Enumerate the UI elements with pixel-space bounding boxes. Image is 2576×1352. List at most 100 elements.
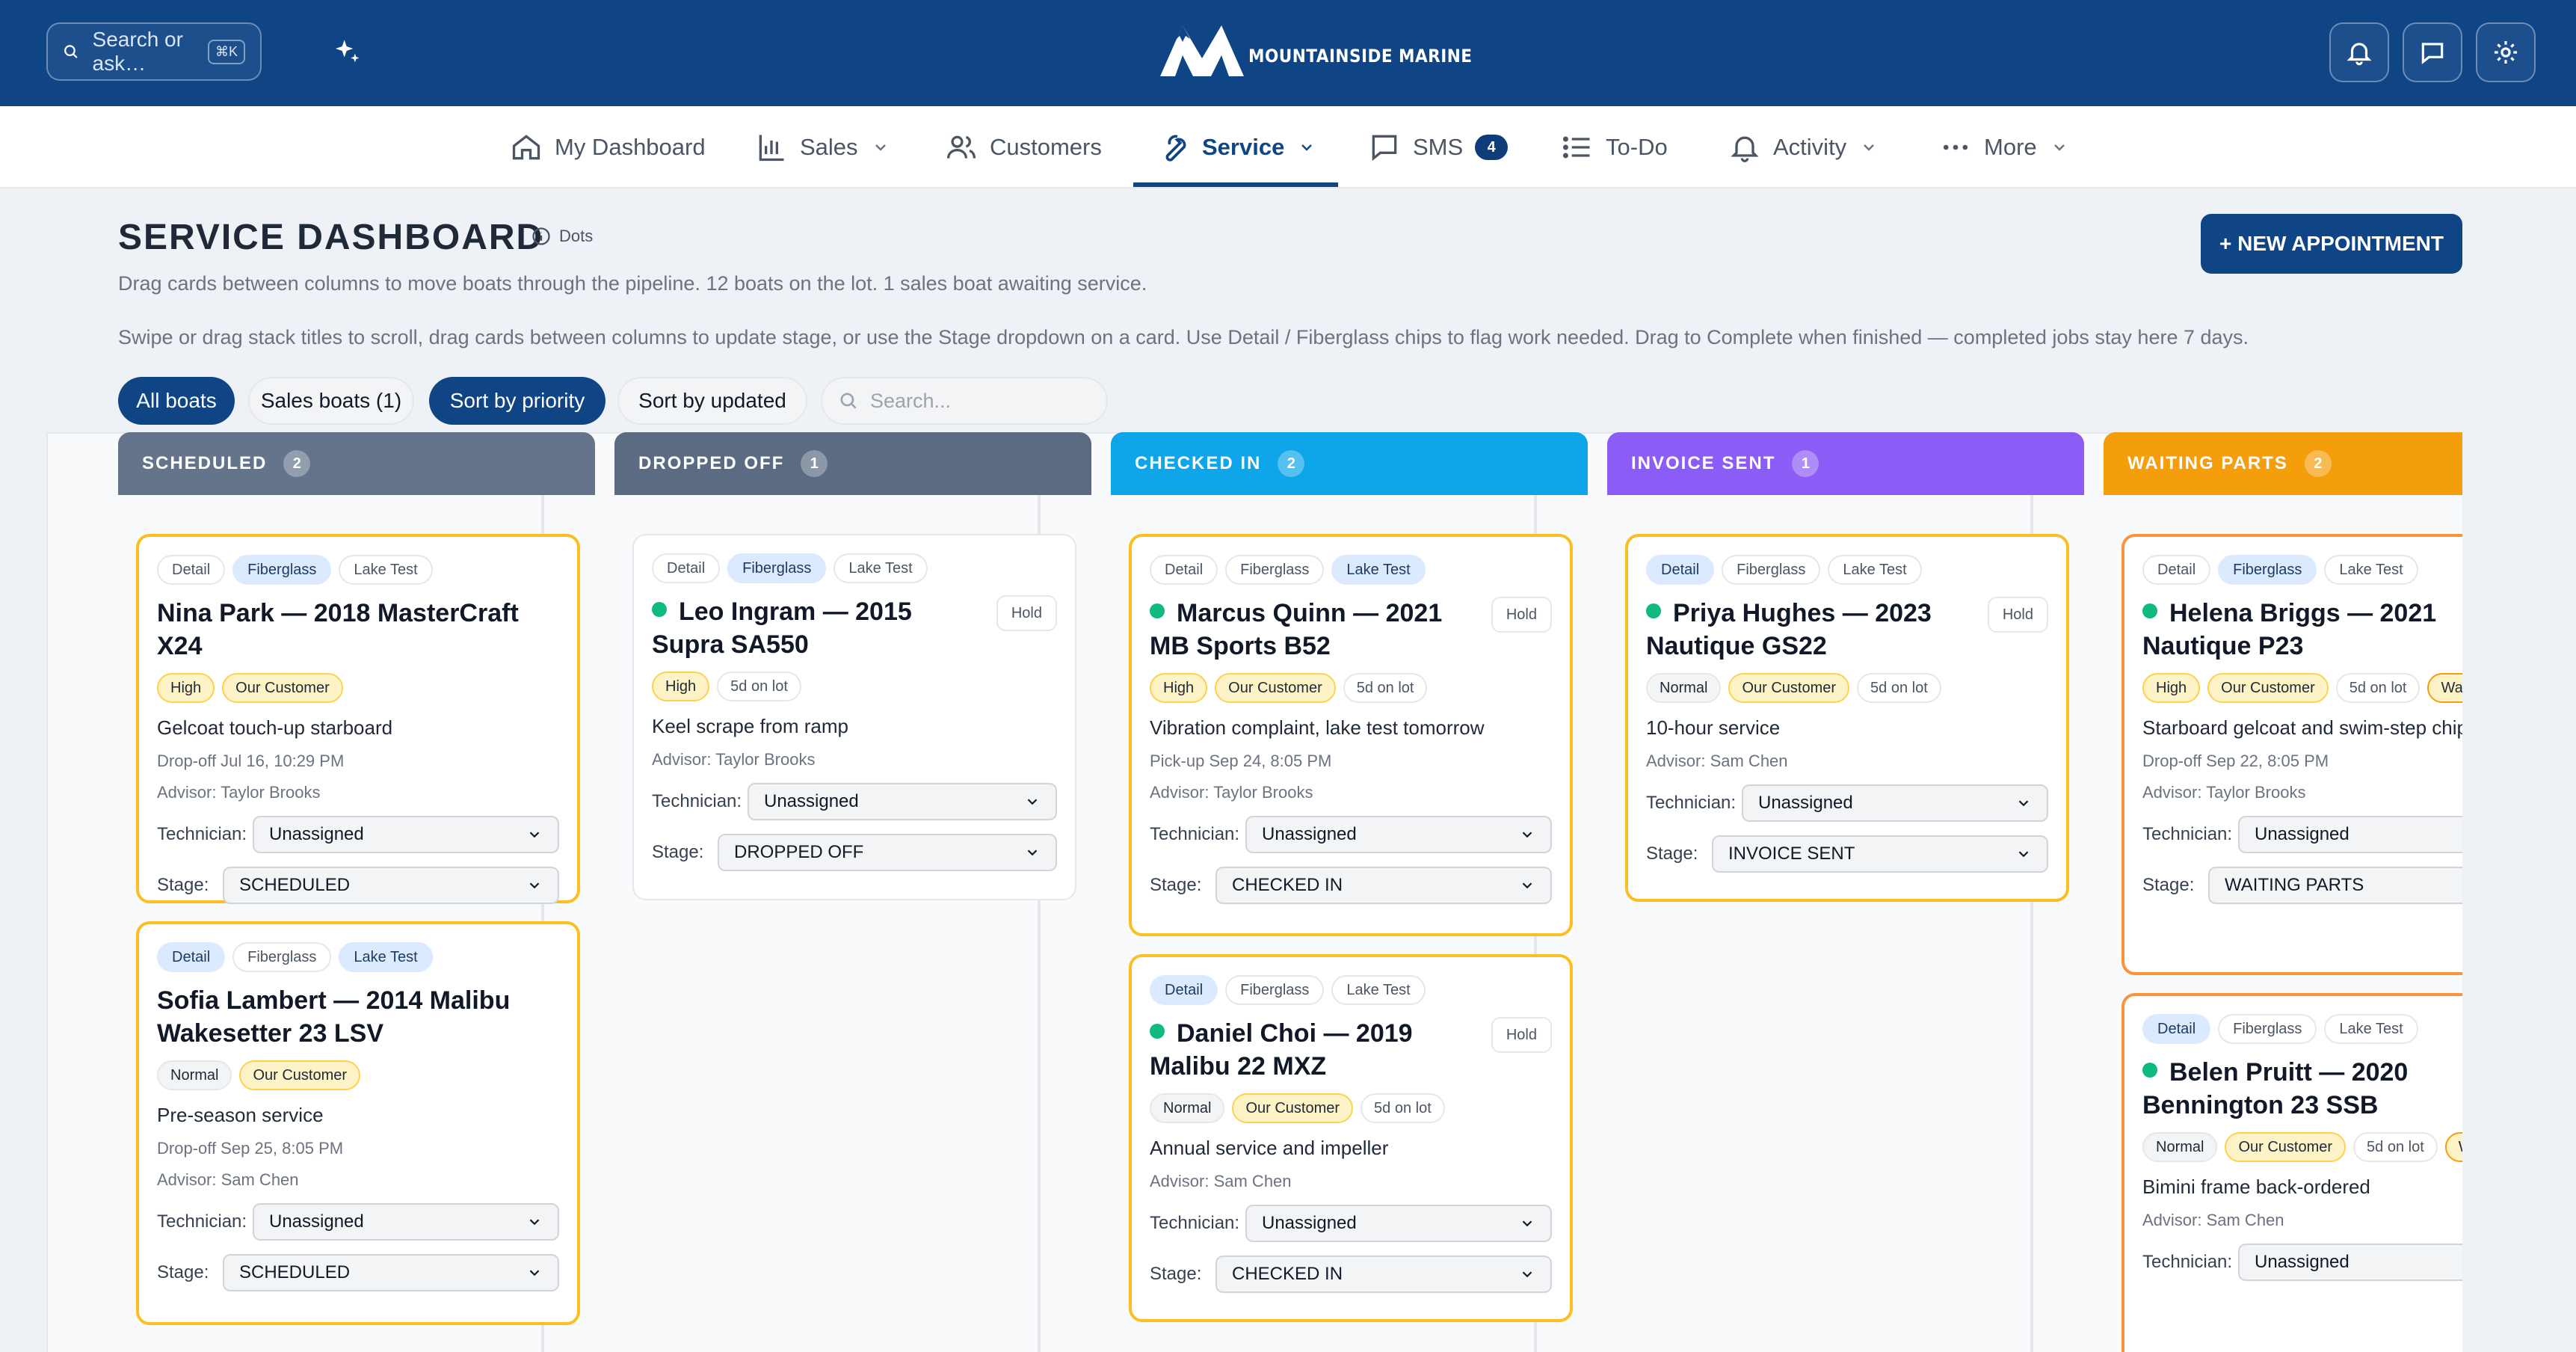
hold-button[interactable]: Hold	[1987, 597, 2048, 633]
nav-service[interactable]: Service	[1157, 106, 1316, 188]
hold-button[interactable]: Hold	[996, 595, 1057, 631]
nav-my-dashboard[interactable]: My Dashboard	[510, 106, 706, 188]
service-card[interactable]: Detail Fiberglass Lake Test Nina Park — …	[136, 534, 580, 904]
nav-customers[interactable]: Customers	[945, 106, 1102, 188]
technician-select[interactable]: Unassigned	[1245, 1205, 1552, 1242]
column-header-scheduled[interactable]: SCHEDULED 2	[118, 432, 595, 495]
nav-sms[interactable]: SMS 4	[1368, 106, 1509, 188]
chip-fiberglass[interactable]: Fiberglass	[232, 555, 332, 585]
nav-todo[interactable]: To-Do	[1561, 106, 1668, 188]
technician-label: Technician:	[1150, 1213, 1240, 1233]
chevron-down-icon	[529, 1219, 540, 1226]
nav-sales[interactable]: Sales	[755, 106, 890, 188]
notifications-button[interactable]	[2329, 22, 2389, 82]
chevron-down-icon	[529, 1270, 540, 1276]
technician-select[interactable]: Unassigned	[2238, 816, 2462, 853]
priority-badge: Normal	[2142, 1132, 2218, 1162]
chip-fiberglass[interactable]: Fiberglass	[727, 553, 827, 583]
technician-select[interactable]: Unassigned	[1742, 784, 2048, 822]
chip-lake-test[interactable]: Lake Test	[2324, 1014, 2418, 1044]
stage-value: SCHEDULED	[239, 1262, 351, 1282]
chip-lake-test[interactable]: Lake Test	[339, 555, 433, 585]
stage-select[interactable]: INVOICE SENT	[1712, 835, 2048, 873]
hold-button[interactable]: Hold	[1491, 597, 1552, 633]
card-title: Daniel Choi — 2019 Malibu 22 MXZ	[1150, 1019, 1413, 1081]
column-header-waiting-parts[interactable]: WAITING PARTS 2	[2104, 432, 2462, 495]
chip-fiberglass[interactable]: Fiberglass	[232, 942, 332, 972]
card-date: Drop-off Jul 16, 10:29 PM	[157, 752, 345, 770]
chip-fiberglass[interactable]: Fiberglass	[1722, 555, 1821, 585]
stage-select[interactable]: SCHEDULED	[223, 867, 559, 904]
column-header-checked-in[interactable]: CHECKED IN 2	[1111, 432, 1588, 495]
stage-label: Stage:	[1150, 1264, 1202, 1284]
hold-button[interactable]: Hold	[1491, 1017, 1552, 1053]
main-nav: My Dashboard Sales Customers Service SMS…	[0, 106, 2576, 188]
sparkle-icon[interactable]	[332, 37, 362, 67]
technician-select[interactable]: Unassigned	[253, 1203, 559, 1241]
service-card[interactable]: Detail Fiberglass Lake Test Helena Brigg…	[2121, 534, 2462, 975]
nav-more[interactable]: More	[1939, 106, 2068, 188]
technician-select[interactable]: Unassigned	[748, 783, 1057, 820]
service-card[interactable]: Detail Fiberglass Lake Test Marcus Quinn…	[1129, 534, 1573, 936]
technician-select[interactable]: Unassigned	[1245, 816, 1552, 853]
chip-detail[interactable]: Detail	[157, 555, 226, 585]
card-advisor: Advisor: Sam Chen	[2142, 1211, 2284, 1229]
service-card[interactable]: Detail Fiberglass Lake Test Priya Hughes…	[1625, 534, 2069, 902]
nav-label: Service	[1202, 134, 1285, 160]
dots-label: Dots	[559, 227, 594, 245]
filter-sales-boats[interactable]: Sales boats (1)	[248, 377, 414, 425]
chevron-down-icon	[2053, 144, 2065, 151]
chip-fiberglass[interactable]: Fiberglass	[2218, 555, 2317, 585]
customer-badge: Our Customer	[2207, 673, 2329, 703]
stage-select[interactable]: DROPPED OFF	[718, 834, 1057, 871]
sort-by-priority[interactable]: Sort by priority	[429, 377, 606, 425]
filter-all-boats[interactable]: All boats	[118, 377, 235, 425]
dots-toggle[interactable]: Dots	[531, 226, 593, 247]
new-appointment-button[interactable]: + NEW APPOINTMENT	[2201, 214, 2462, 274]
chip-detail[interactable]: Detail	[1150, 975, 1218, 1005]
chip-lake-test[interactable]: Lake Test	[2324, 555, 2418, 585]
chip-detail[interactable]: Detail	[2142, 555, 2211, 585]
nav-label: More	[1984, 134, 2037, 160]
card-date: Drop-off Sep 25, 8:05 PM	[157, 1139, 344, 1158]
service-card[interactable]: Detail Fiberglass Lake Test Belen Pruitt…	[2121, 993, 2462, 1352]
stage-value: CHECKED IN	[1232, 875, 1343, 895]
chip-lake-test[interactable]: Lake Test	[339, 942, 433, 972]
stage-select[interactable]: CHECKED IN	[1215, 867, 1552, 904]
chevron-down-icon	[529, 832, 540, 838]
chip-fiberglass[interactable]: Fiberglass	[2218, 1014, 2317, 1044]
nav-activity[interactable]: Activity	[1728, 106, 1878, 188]
chip-fiberglass[interactable]: Fiberglass	[1225, 975, 1325, 1005]
messages-button[interactable]	[2403, 22, 2462, 82]
sort-by-updated[interactable]: Sort by updated	[617, 377, 807, 425]
technician-select[interactable]: Unassigned	[253, 816, 559, 853]
global-search-input[interactable]: Search or ask… ⌘K	[46, 22, 262, 81]
chip-fiberglass[interactable]: Fiberglass	[1225, 555, 1325, 585]
column-header-invoice-sent[interactable]: INVOICE SENT 1	[1607, 432, 2084, 495]
service-card[interactable]: Detail Fiberglass Lake Test Sofia Lamber…	[136, 921, 580, 1325]
chip-detail[interactable]: Detail	[652, 553, 721, 583]
chip-lake-test[interactable]: Lake Test	[1828, 555, 1922, 585]
board-search-input[interactable]: Search...	[821, 377, 1108, 425]
technician-label: Technician:	[2142, 824, 2233, 844]
chip-lake-test[interactable]: Lake Test	[833, 553, 928, 583]
service-card[interactable]: Detail Fiberglass Lake Test Leo Ingram —…	[632, 534, 1076, 900]
chip-detail[interactable]: Detail	[1150, 555, 1218, 585]
chip-detail[interactable]: Detail	[2142, 1014, 2211, 1044]
days-on-lot-badge: 5d on lot	[1361, 1093, 1445, 1123]
chip-detail[interactable]: Detail	[157, 942, 226, 972]
chip-detail[interactable]: Detail	[1646, 555, 1715, 585]
column-header-dropped-off[interactable]: DROPPED OFF 1	[614, 432, 1091, 495]
settings-button[interactable]	[2476, 22, 2536, 82]
stage-select[interactable]: WAITING PARTS	[2208, 867, 2462, 904]
chevron-down-icon	[1522, 832, 1532, 838]
technician-select[interactable]: Unassigned	[2238, 1244, 2462, 1281]
technician-value: Unassigned	[2255, 1252, 2349, 1272]
service-card[interactable]: Detail Fiberglass Lake Test Daniel Choi …	[1129, 954, 1573, 1322]
chip-lake-test[interactable]: Lake Test	[1331, 975, 1426, 1005]
chip-lake-test[interactable]: Lake Test	[1331, 555, 1426, 585]
stage-select[interactable]: SCHEDULED	[223, 1254, 559, 1291]
stage-select[interactable]: CHECKED IN	[1215, 1256, 1552, 1293]
brand-logo[interactable]: MOUNTAINSIDE MARINE	[1157, 19, 1497, 79]
bell-icon	[2347, 43, 2372, 66]
